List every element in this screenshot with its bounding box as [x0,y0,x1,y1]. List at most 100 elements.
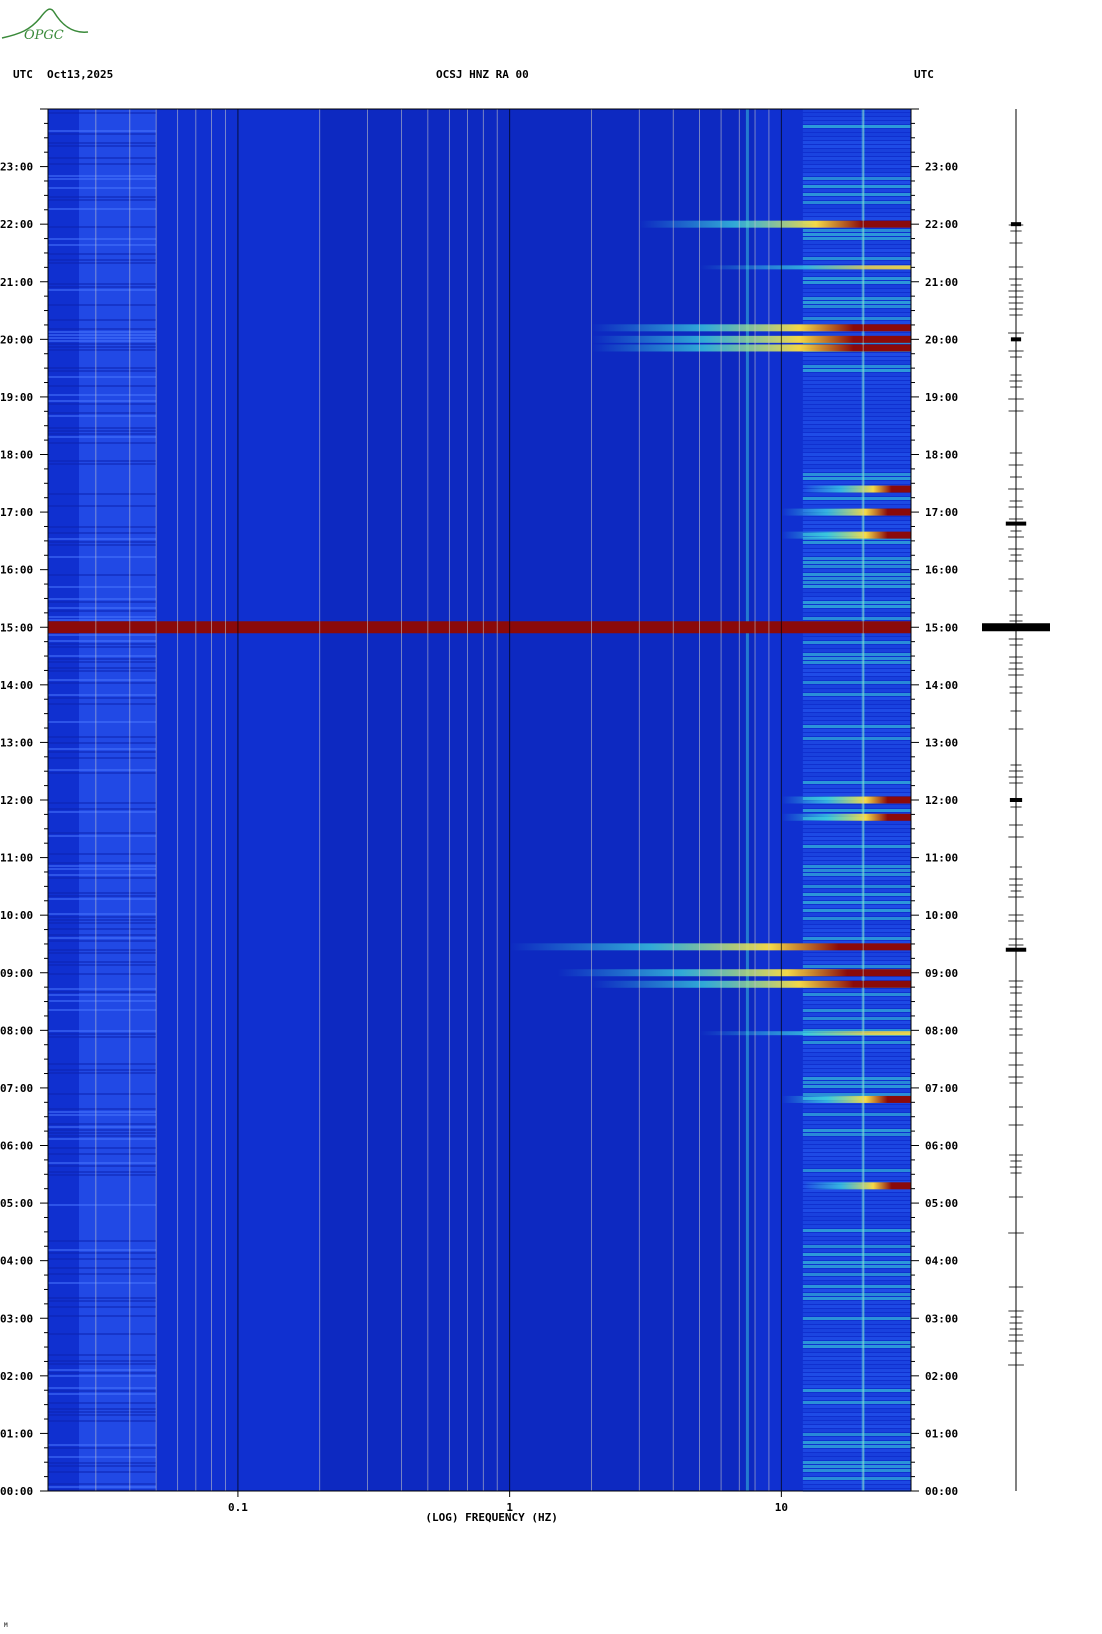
noise-streak [48,133,157,135]
noise-streak [48,556,157,558]
hf-noise-streak [802,365,911,368]
hf-noise-streak [802,761,911,764]
x-tick-label: 0.1 [228,1501,248,1514]
hf-noise-streak [802,1049,911,1052]
noise-streak [48,973,157,975]
noise-streak [48,157,157,159]
noise-streak [48,343,157,345]
hf-noise-streak [802,1201,911,1204]
hf-noise-streak [802,741,911,744]
noise-streak [48,1360,157,1362]
hf-noise-streak [802,409,911,412]
hf-noise-streak [802,217,911,220]
hf-noise-streak [802,1421,911,1424]
hf-noise-streak [802,745,911,748]
hf-noise-streak [802,853,911,856]
noise-streak [48,934,157,936]
x-axis-label: (LOG) FREQUENCY (HZ) [425,1511,557,1524]
hf-noise-streak [802,965,911,968]
noise-streak [48,544,157,546]
event-band [781,531,911,539]
hf-noise-streak [802,1429,911,1432]
hf-noise-streak [802,1193,911,1196]
hf-noise-streak [802,709,911,712]
hf-noise-streak [802,729,911,732]
hf-noise-streak [802,457,911,460]
hf-noise-streak [802,261,911,264]
hf-noise-streak [802,153,911,156]
noise-streak [48,259,157,261]
hf-noise-streak [802,285,911,288]
noise-streak [48,634,157,636]
event-band [781,813,911,821]
hf-noise-streak [802,253,911,256]
y-tick-label: 08:00 [925,1024,958,1037]
hf-noise-streak [802,493,911,496]
noise-streak [48,1126,157,1128]
noise-streak [48,601,157,603]
hf-noise-streak [802,249,911,252]
hf-noise-streak [802,1089,911,1092]
hf-noise-streak [802,1349,911,1352]
y-tick-label: 22:00 [0,218,33,231]
noise-streak [48,913,157,915]
hf-noise-streak [802,901,911,904]
waveform-spike [1005,947,1027,952]
y-tick-label: 09:00 [925,967,958,980]
noise-streak [48,802,157,804]
hf-noise-streak [802,557,911,560]
hf-noise-streak [802,645,911,648]
hf-noise-streak [802,1221,911,1224]
hf-noise-streak [802,1041,911,1044]
hf-noise-streak [802,1405,911,1408]
y-tick-label: 10:00 [0,909,33,922]
hf-noise-streak [802,117,911,120]
y-tick-label: 17:00 [0,506,33,519]
noise-streak [48,1108,157,1110]
hf-noise-streak [802,693,911,696]
noise-streak [48,598,157,600]
y-tick-label: 05:00 [925,1197,958,1210]
hf-noise-streak [802,885,911,888]
hf-noise-streak [802,613,911,616]
hf-noise-streak [802,685,911,688]
hf-noise-streak [802,905,911,908]
hf-noise-streak [802,1321,911,1324]
hf-noise-streak [802,1409,911,1412]
waveform-panel [982,109,1050,1491]
noise-streak [48,769,157,771]
y-tick-label: 00:00 [0,1485,33,1498]
noise-streak [48,1420,157,1422]
noise-streak [48,262,157,264]
noise-streak [48,832,157,834]
noise-streak [48,682,157,684]
hf-noise-streak [802,837,911,840]
y-tick-label: 11:00 [0,852,33,865]
hf-noise-streak [802,1081,911,1084]
hf-noise-streak [802,1473,911,1476]
hf-noise-streak [802,909,911,912]
noise-streak [48,586,157,588]
hf-noise-streak [802,461,911,464]
hf-noise-streak [802,1337,911,1340]
noise-streak [48,658,157,660]
hf-noise-streak [802,573,911,576]
noise-streak [48,892,157,894]
noise-streak [48,403,157,405]
noise-streak [48,679,157,681]
hf-noise-streak [802,1093,911,1096]
hf-noise-streak [802,873,911,876]
hf-noise-streak [802,877,911,880]
noise-streak [48,1471,157,1473]
y-tick-label: 07:00 [925,1082,958,1095]
hf-noise-streak [802,1013,911,1016]
hf-noise-streak [802,401,911,404]
hf-noise-streak [802,585,911,588]
y-tick-label: 20:00 [925,333,958,346]
hf-noise-streak [802,1061,911,1064]
noise-streak [48,1354,157,1356]
noise-streak [48,1402,157,1404]
event-band [781,508,911,516]
hf-noise-streak [802,785,911,788]
hf-noise-streak [802,833,911,836]
